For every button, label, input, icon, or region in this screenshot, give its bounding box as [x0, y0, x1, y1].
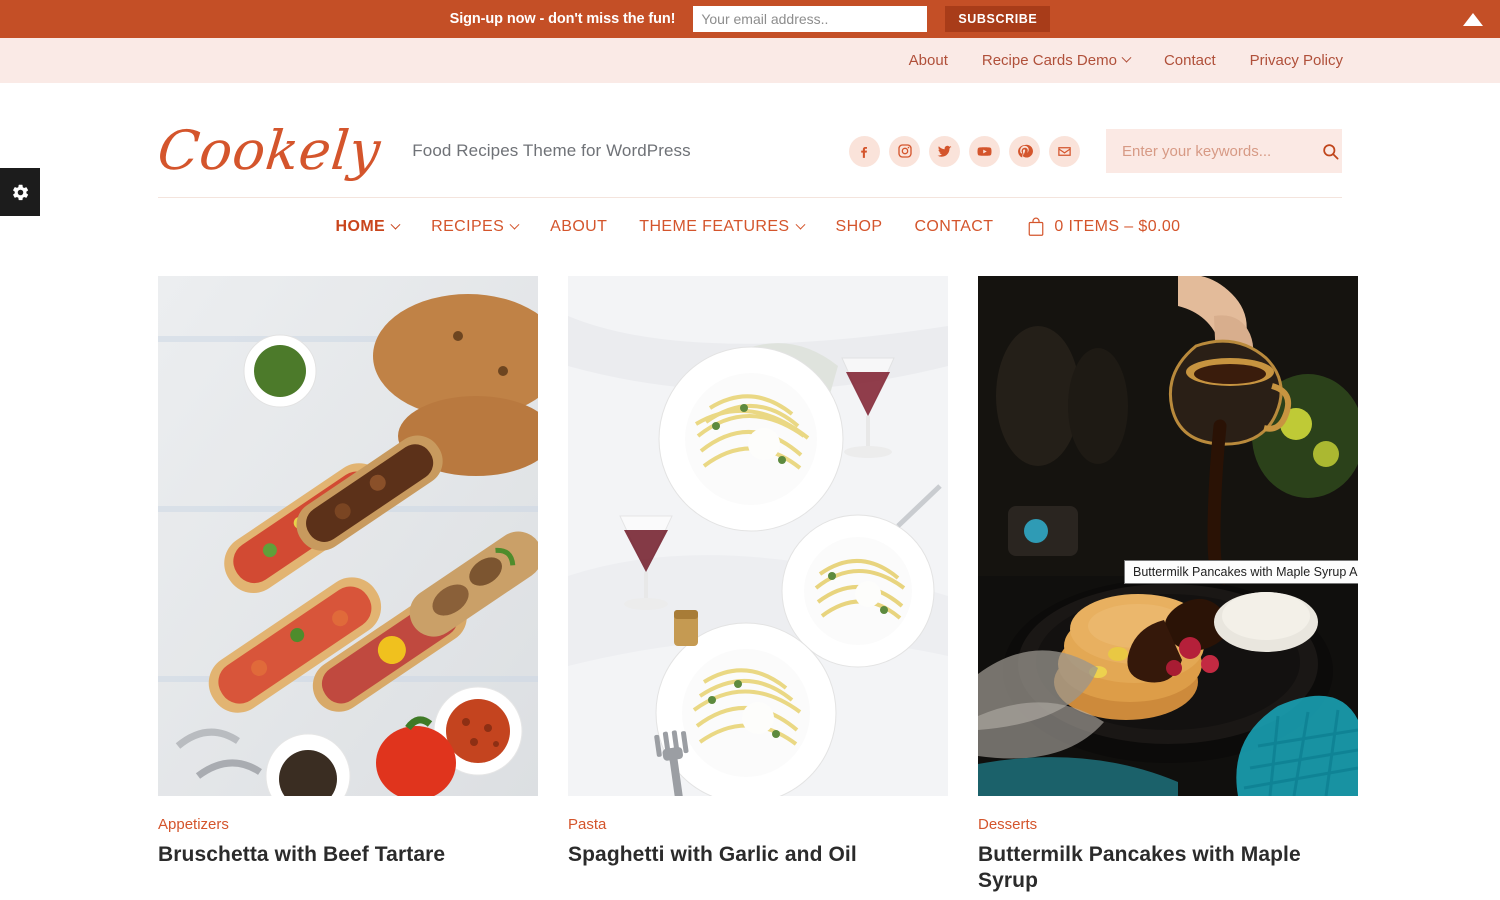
instagram-icon — [897, 144, 912, 158]
header-right — [849, 129, 1342, 173]
chevron-down-icon — [1121, 52, 1132, 63]
spaghetti-photo — [568, 276, 948, 796]
secondary-nav-item-privacy-policy[interactable]: Privacy Policy — [1233, 52, 1360, 69]
header-container: Cookely Food Recipes Theme for WordPress — [150, 105, 1350, 256]
header-row: Cookely Food Recipes Theme for WordPress — [150, 105, 1350, 197]
search-box — [1106, 129, 1342, 173]
social-link-pinterest[interactable] — [1009, 135, 1040, 167]
recipe-card-grid: Appetizers Bruschetta with Beef Tartare — [150, 276, 1358, 895]
secondary-nav-label: Privacy Policy — [1249, 52, 1343, 69]
subscribe-bar: Sign-up now - don't miss the fun! SUBSCR… — [0, 0, 1500, 38]
secondary-nav: About Recipe Cards Demo Contact Privacy … — [0, 38, 1500, 83]
main-nav-item-about[interactable]: ABOUT — [534, 218, 623, 236]
social-link-facebook[interactable] — [849, 135, 880, 167]
youtube-icon — [977, 146, 992, 156]
social-link-email[interactable] — [1049, 135, 1080, 167]
chevron-down-icon — [390, 219, 401, 230]
social-link-twitter[interactable] — [929, 135, 960, 167]
recipe-card-category[interactable]: Pasta — [568, 816, 948, 833]
secondary-nav-item-recipe-cards-demo[interactable]: Recipe Cards Demo — [965, 52, 1147, 69]
recipe-card: Pasta Spaghetti with Garlic and Oil — [568, 276, 948, 895]
main-nav-item-home[interactable]: HOME — [320, 218, 416, 236]
search-icon[interactable] — [1321, 142, 1340, 161]
main-nav-label: RECIPES — [431, 218, 505, 235]
social-links — [849, 135, 1080, 167]
subscribe-message: Sign-up now - don't miss the fun! — [449, 11, 676, 27]
topbar-collapse-toggle[interactable] — [1460, 6, 1486, 32]
main-nav-item-recipes[interactable]: RECIPES — [415, 218, 534, 236]
pinterest-icon — [1018, 144, 1033, 158]
main-nav-label: ABOUT — [550, 218, 608, 235]
recipe-card-title[interactable]: Spaghetti with Garlic and Oil — [568, 842, 948, 868]
site-header: Cookely Food Recipes Theme for WordPress — [0, 83, 1500, 256]
recipe-card-title[interactable]: Buttermilk Pancakes with Maple Syrup — [978, 842, 1358, 895]
search-input[interactable] — [1122, 142, 1321, 160]
main-nav-label: SHOP — [835, 218, 883, 235]
image-tooltip: Buttermilk Pancakes with Maple Syrup App… — [1124, 560, 1358, 584]
twitter-icon — [937, 145, 952, 157]
subscribe-bar-inner: Sign-up now - don't miss the fun! SUBSCR… — [450, 6, 1051, 32]
secondary-nav-list: About Recipe Cards Demo Contact Privacy … — [892, 52, 1360, 69]
theme-settings-tab[interactable] — [0, 168, 40, 216]
secondary-nav-item-contact[interactable]: Contact — [1147, 52, 1233, 69]
shopping-bag-icon — [1029, 217, 1044, 236]
secondary-nav-label: Recipe Cards Demo — [981, 52, 1117, 69]
recipe-card-image[interactable]: Buttermilk Pancakes with Maple Syrup App… — [978, 276, 1358, 796]
email-input[interactable] — [693, 6, 928, 32]
chevron-down-icon — [795, 219, 805, 230]
bruschetta-photo — [158, 276, 538, 796]
recipe-card-image[interactable] — [568, 276, 948, 796]
recipe-card-image[interactable] — [158, 276, 538, 796]
social-link-youtube[interactable] — [969, 135, 1000, 167]
subscribe-button[interactable]: SUBSCRIBE — [945, 6, 1051, 32]
main-nav-label: CONTACT — [914, 218, 994, 235]
site-tagline: Food Recipes Theme for WordPress — [412, 141, 691, 160]
recipe-card-category[interactable]: Appetizers — [158, 816, 538, 833]
cart-link[interactable]: 0 ITEMS – $0.00 — [1009, 217, 1180, 237]
main-nav-item-theme-features[interactable]: THEME FEATURES — [623, 218, 819, 236]
gear-icon — [12, 184, 28, 200]
recipe-card-category[interactable]: Desserts — [978, 816, 1358, 833]
secondary-nav-label: About — [908, 52, 948, 69]
facebook-icon — [861, 146, 867, 158]
main-nav-item-shop[interactable]: SHOP — [820, 218, 899, 236]
social-link-instagram[interactable] — [889, 135, 920, 167]
secondary-nav-label: Contact — [1163, 52, 1216, 69]
secondary-nav-item-about[interactable]: About — [892, 52, 965, 69]
triangle-up-icon — [1463, 12, 1483, 26]
main-nav: HOME RECIPES ABOUT THEME FEATURES SHOP C… — [150, 198, 1350, 256]
main-nav-label: HOME — [335, 218, 386, 235]
recipe-card: Buttermilk Pancakes with Maple Syrup App… — [978, 276, 1358, 895]
email-icon — [1058, 146, 1071, 156]
cart-label: 0 ITEMS – $0.00 — [1054, 218, 1181, 235]
chevron-down-icon — [509, 219, 520, 230]
site-logo[interactable]: Cookely — [155, 119, 384, 182]
main-nav-label: THEME FEATURES — [639, 218, 790, 235]
pancakes-photo — [978, 276, 1358, 796]
recipe-card: Appetizers Bruschetta with Beef Tartare — [158, 276, 538, 895]
main-nav-item-contact[interactable]: CONTACT — [898, 218, 1009, 236]
recipe-card-title[interactable]: Bruschetta with Beef Tartare — [158, 842, 538, 868]
